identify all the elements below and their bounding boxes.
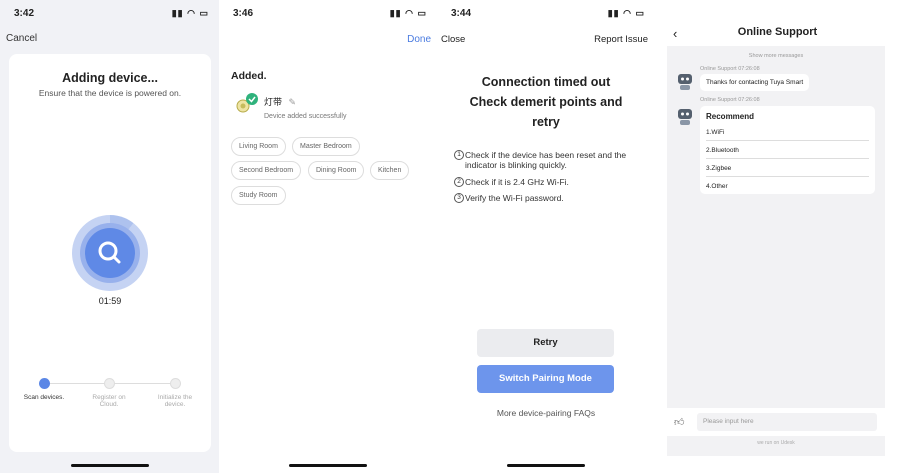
done-button[interactable]: Done [407, 34, 431, 45]
device-added-screen: 3:46 ▮▮ ◠ ▭ Done Added. 灯带 ✎ Device adde… [219, 0, 437, 473]
support-bot-avatar-icon [678, 109, 692, 125]
recommend-item[interactable]: 2.Bluetooth [706, 144, 869, 159]
message-meta: Online Support 07:26:08 [700, 66, 760, 72]
scan-step-icon [38, 378, 50, 389]
status-time: 3:44 [451, 8, 472, 19]
cloud-icon [103, 378, 115, 389]
message-meta: Online Support 07:26:08 [700, 97, 760, 103]
support-bot-avatar-icon [678, 74, 692, 90]
edit-icon[interactable]: ✎ [289, 97, 297, 107]
tip-item: 3 Verify the Wi-Fi password. [454, 193, 650, 203]
recommend-card: Recommend 1.WiFi 2.Bluetooth 3.Zigbee 4.… [700, 106, 875, 194]
home-indicator [289, 464, 367, 467]
tip-number: 1 [454, 150, 464, 160]
step-label: Register on Cloud. [92, 394, 126, 408]
status-icons: ▮▮ ◠ ▭ [171, 8, 209, 18]
power-icon [169, 378, 181, 389]
device-status: Device added successfully [264, 113, 347, 120]
scan-progress-ring [72, 215, 148, 291]
adding-card: Adding device... Ensure that the device … [9, 54, 211, 452]
step-register: Register on Cloud. [84, 378, 134, 408]
room-chip[interactable]: Second Bedroom [231, 161, 302, 180]
device-bulb-icon [236, 93, 258, 113]
tip-text: Verify the Wi-Fi password. [465, 193, 564, 203]
step-initialize: Initialize the device. [150, 378, 200, 408]
chat-input-bar: 👍︎ Please input here [667, 408, 885, 436]
show-more-link[interactable]: Show more messages [667, 53, 885, 59]
device-name: 灯带 ✎ [264, 97, 297, 107]
tip-text: Check if it is 2.4 GHz Wi-Fi. [465, 177, 569, 187]
timeout-headline: Connection timed out Check demerit point… [469, 75, 623, 129]
room-chip[interactable]: Kitchen [370, 161, 410, 180]
recommend-item[interactable]: 1.WiFi [706, 126, 869, 141]
close-button[interactable]: Close [441, 34, 465, 45]
switch-pairing-mode-button[interactable]: Switch Pairing Mode [477, 365, 614, 393]
status-time: 3:46 [233, 8, 254, 19]
recommend-item[interactable]: 3.Zigbee [706, 162, 869, 177]
chat-input[interactable]: Please input here [697, 413, 877, 431]
cancel-button[interactable]: Cancel [6, 33, 37, 44]
recommend-title: Recommend [706, 112, 755, 121]
adding-title: Adding device... [62, 71, 158, 85]
step-label: Initialize the device. [157, 394, 193, 408]
status-icons: ▮▮ ◠ ▭ [389, 8, 427, 18]
status-bar: 3:42 ▮▮ ◠ ▭ [0, 8, 219, 22]
recommend-item[interactable]: 4.Other [706, 180, 869, 194]
step-label: Scan devices. [23, 394, 65, 401]
room-chip[interactable]: Study Room [231, 186, 286, 205]
room-chip[interactable]: Living Room [231, 137, 286, 156]
status-bar: 3:46 ▮▮ ◠ ▭ [219, 8, 437, 22]
online-support-screen: ‹ Online Support Show more messages Onli… [655, 0, 900, 473]
message-bubble: Thanks for contacting Tuya Smart [700, 74, 810, 91]
report-issue-button[interactable]: Report Issue [594, 34, 648, 45]
status-icons: ▮▮ ◠ ▭ [607, 8, 645, 18]
status-bar: 3:44 ▮▮ ◠ ▭ [437, 8, 655, 22]
tip-number: 2 [454, 177, 464, 187]
page-title: Online Support [737, 26, 818, 38]
tip-item: 2 Check if it is 2.4 GHz Wi-Fi. [454, 177, 650, 187]
powered-by-footer: we run on Udesk [667, 436, 885, 456]
adding-device-screen: 3:42 ▮▮ ◠ ▭ Cancel Adding device... Ensu… [0, 0, 219, 473]
faq-link[interactable]: More device-pairing FAQs [437, 408, 655, 418]
tip-text: Check if the device has been reset and t… [465, 150, 627, 170]
connection-timeout-screen: 3:44 ▮▮ ◠ ▭ Close Report Issue Connectio… [437, 0, 655, 473]
thumbs-up-icon[interactable]: 👍︎ [674, 416, 686, 428]
chat-area[interactable]: Show more messages Online Support 07:26:… [667, 46, 885, 408]
tip-number: 3 [454, 193, 464, 203]
adding-subtitle: Ensure that the device is powered on. [38, 88, 182, 98]
tip-item: 1 Check if the device has been reset and… [454, 150, 650, 170]
room-chip[interactable]: Dining Room [308, 161, 365, 180]
home-indicator [71, 464, 149, 467]
step-scan: Scan devices. [19, 378, 69, 401]
room-chip[interactable]: Master Bedroom [292, 137, 360, 156]
status-time: 3:42 [14, 8, 35, 19]
home-indicator [507, 464, 585, 467]
added-heading: Added. [231, 70, 267, 82]
search-icon [98, 241, 121, 264]
retry-button[interactable]: Retry [477, 329, 614, 357]
countdown-timer: 01:59 [98, 296, 122, 306]
